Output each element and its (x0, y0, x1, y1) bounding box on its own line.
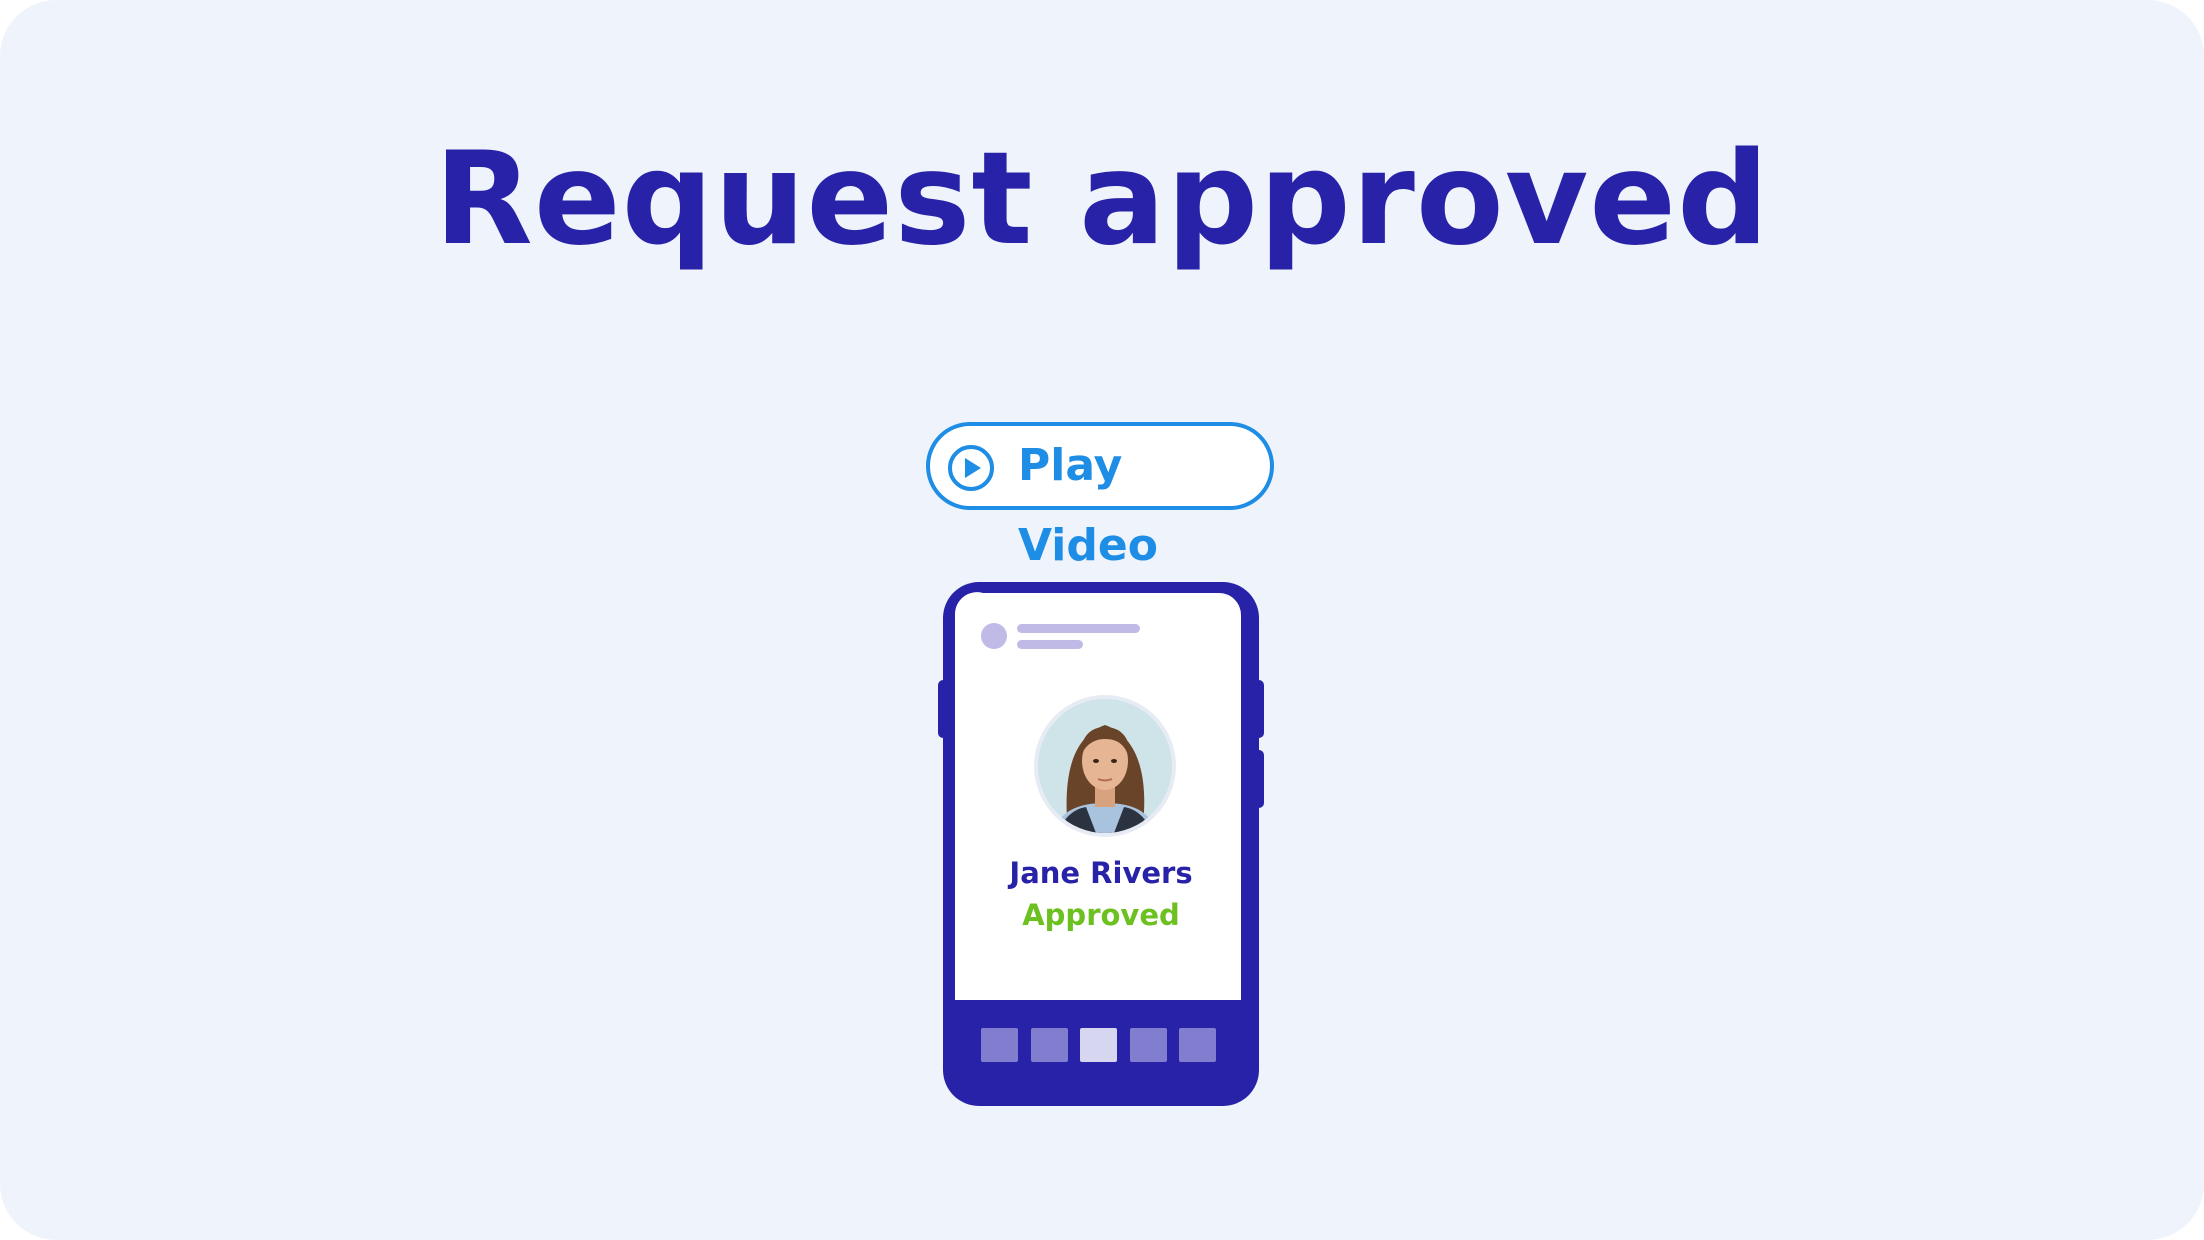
play-video-label: Play Video (1018, 440, 1158, 571)
phone-nav-item (1179, 1028, 1216, 1062)
phone-nav-item (1031, 1028, 1068, 1062)
screen-header-line (1017, 624, 1140, 633)
page-title: Request approved (434, 125, 1770, 274)
screen-header-line (1017, 640, 1083, 649)
status-badge: Approved (1022, 898, 1180, 932)
play-circle-icon (948, 445, 994, 491)
screen-header-dot (981, 623, 1007, 649)
profile-name: Jane Rivers (1009, 856, 1193, 890)
phone-nav-item (981, 1028, 1018, 1062)
play-video-button[interactable]: Play Video (926, 422, 1274, 571)
phone-illustration (938, 582, 1264, 1106)
phone-nav-item (1130, 1028, 1167, 1062)
phone-nav-item-active (1080, 1028, 1117, 1062)
approval-card: Request approved Play Video Jane Rivers … (0, 0, 2204, 1240)
avatar (1034, 695, 1176, 837)
